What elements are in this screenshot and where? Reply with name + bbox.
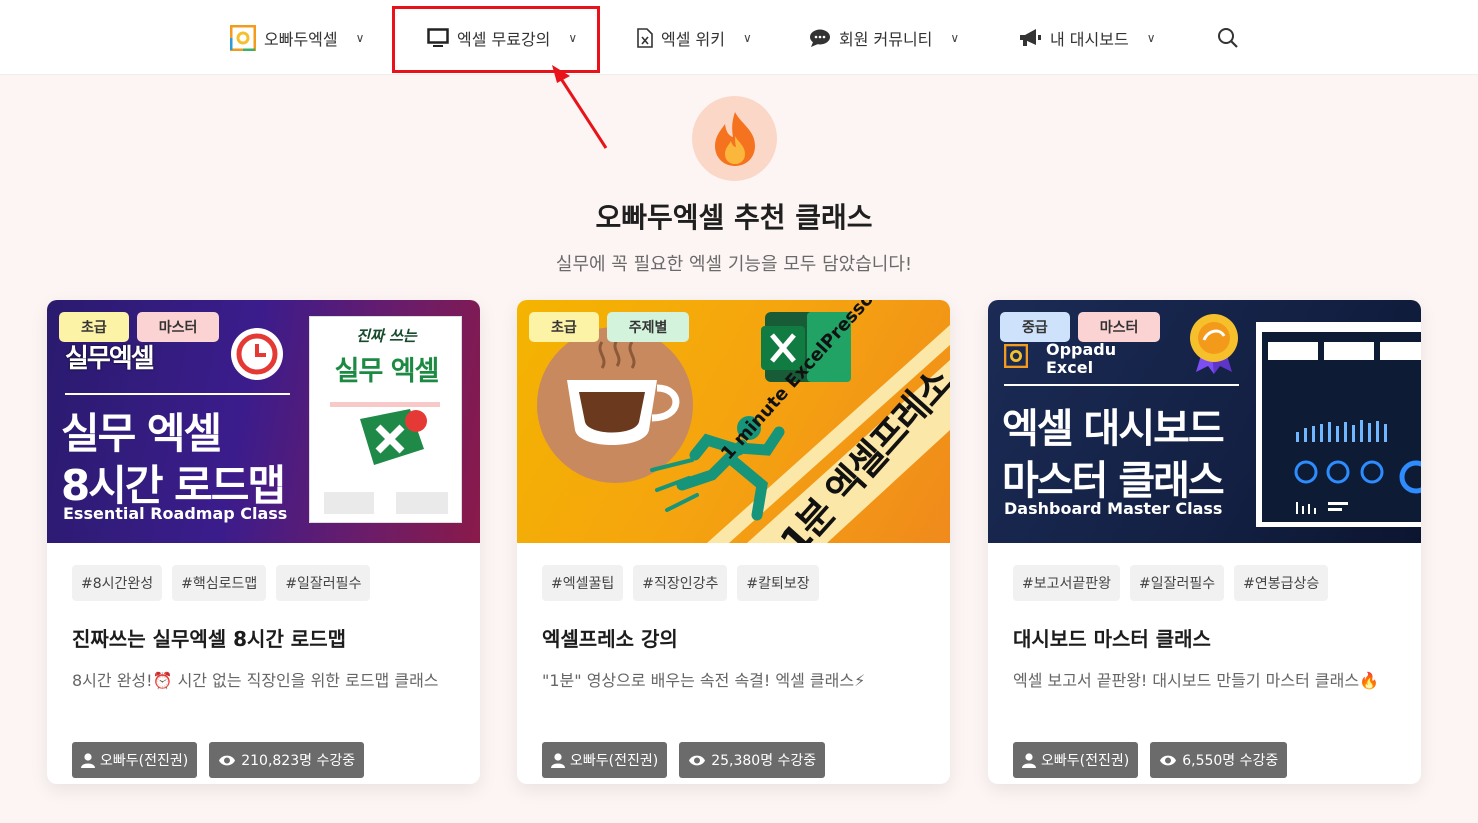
chevron-down-icon: ∨ xyxy=(1146,30,1156,45)
course-card-excelpresso[interactable]: 초급 주제별 1 minute ExcelPresso 1분 엑셀프레소 #엑셀… xyxy=(517,300,950,784)
nav-item-oppadu-excel[interactable]: 오빠두엑셀 ∨ xyxy=(230,0,364,75)
hashtag[interactable]: #일잘러필수 xyxy=(1130,565,1225,601)
chat-bubble-icon xyxy=(810,29,830,47)
course-title[interactable]: 진짜쓰는 실무엑셀 8시간 로드맵 xyxy=(72,623,455,652)
course-description: "1분" 영상으로 배우는 속전 속결! 엑셀 클래스⚡ xyxy=(542,671,866,690)
nav-label: 회원 커뮤니티 xyxy=(839,29,933,49)
book-title-small: 진짜 쓰는 xyxy=(356,327,417,345)
alarm-clock-icon xyxy=(231,328,283,380)
book-cover-image: 진짜 쓰는 실무 엑셀 xyxy=(309,316,462,523)
chevron-down-icon: ∨ xyxy=(742,30,752,45)
hashtag[interactable]: #엑셀꿀팁 xyxy=(542,565,624,601)
hashtag[interactable]: #핵심로드맵 xyxy=(172,565,267,601)
author-pill: 오빠두(전진권) xyxy=(72,742,198,778)
hashtag[interactable]: #칼퇴보장 xyxy=(737,565,819,601)
chevron-down-icon: ∨ xyxy=(950,30,960,45)
excel-file-icon xyxy=(637,27,653,48)
hashtag[interactable]: #연봉급상승 xyxy=(1234,565,1329,601)
thumbnail-brand-sub: Excel xyxy=(1046,358,1094,377)
view-count: 6,550명 수강중 xyxy=(1182,753,1279,769)
thumbnail-top-text: 실무엑셀 xyxy=(65,344,155,374)
level-badge: 마스터 xyxy=(1077,312,1161,342)
user-icon xyxy=(551,752,565,768)
section-subtitle: 실무에 꼭 필요한 엑셀 기능을 모두 담았습니다! xyxy=(555,254,913,275)
thumbnail-title-line2: 마스터 클래스 xyxy=(1002,458,1225,504)
eye-icon xyxy=(689,755,706,765)
nav-label: 오빠두엑셀 xyxy=(264,29,338,49)
course-description: 엑셀 보고서 끝판왕! 대시보드 만들기 마스터 클래스🔥 xyxy=(1013,671,1379,690)
fire-icon xyxy=(714,111,755,166)
author-name: 오빠두(전진권) xyxy=(100,753,189,769)
eye-icon xyxy=(1160,755,1177,765)
course-description: 8시간 완성!⏰ 시간 없는 직장인을 위한 로드맵 클래스 xyxy=(72,671,439,690)
eye-icon xyxy=(219,755,236,765)
nav-label: 내 대시보드 xyxy=(1050,29,1129,49)
nav-label: 엑셀 위키 xyxy=(661,29,725,49)
fire-badge xyxy=(692,96,777,181)
hashtag[interactable]: #보고서끝판왕 xyxy=(1013,565,1121,601)
course-title[interactable]: 엑셀프레소 강의 xyxy=(542,623,925,652)
view-count: 25,380명 수강중 xyxy=(711,753,817,769)
level-badge: 주제별 xyxy=(606,312,690,342)
course-thumbnail[interactable]: 초급 주제별 1 minute ExcelPresso 1분 엑셀프레소 xyxy=(517,300,950,543)
views-pill: 210,823명 수강중 xyxy=(209,742,365,778)
nav-item-my-dashboard[interactable]: 내 대시보드 ∨ xyxy=(1018,0,1155,75)
course-thumbnail[interactable]: 초급 마스터 실무엑셀 실무 엑셀 8시간 로드맵 Essential Road… xyxy=(47,300,480,543)
thumbnail-brand: Oppadu xyxy=(1046,340,1117,359)
views-pill: 6,550명 수강중 xyxy=(1150,742,1288,778)
nav-item-community[interactable]: 회원 커뮤니티 ∨ xyxy=(809,0,959,75)
annotation-arrow-icon xyxy=(552,65,608,149)
hashtag[interactable]: #8시간완성 xyxy=(72,565,163,601)
thumbnail-subtitle: Essential Roadmap Class xyxy=(63,504,288,523)
nav-item-excel-wiki[interactable]: 엑셀 위키 ∨ xyxy=(637,0,752,75)
level-badge: 마스터 xyxy=(136,312,220,342)
top-nav: 오빠두엑셀 ∨ 엑셀 무료강의 ∨ 엑셀 위키 ∨ 회원 커뮤니티 ∨ 내 대시… xyxy=(0,0,1478,75)
search-icon[interactable] xyxy=(1216,26,1240,50)
megaphone-icon xyxy=(1020,28,1041,46)
medal-icon xyxy=(1190,314,1238,374)
course-thumbnail[interactable]: 중급 마스터 Oppadu Excel 엑셀 대시보드 마스터 클래스 Dash… xyxy=(988,300,1421,543)
thumbnail-subtitle: Dashboard Master Class xyxy=(1004,499,1223,518)
user-icon xyxy=(81,752,95,768)
author-name: 오빠두(전진권) xyxy=(570,753,659,769)
views-pill: 25,380명 수강중 xyxy=(679,742,826,778)
view-count: 210,823명 수강중 xyxy=(241,753,356,769)
chevron-down-icon: ∨ xyxy=(355,30,365,45)
dashboard-screenshot-illustration xyxy=(1256,322,1421,527)
author-name: 오빠두(전진권) xyxy=(1041,753,1130,769)
course-card-roadmap[interactable]: 초급 마스터 실무엑셀 실무 엑셀 8시간 로드맵 Essential Road… xyxy=(47,300,480,784)
section-title: 오빠두엑셀 추천 클래스 xyxy=(595,201,873,234)
level-badge: 초급 xyxy=(59,312,129,342)
logo-icon xyxy=(230,24,256,51)
book-title-large: 실무 엑셀 xyxy=(334,356,440,387)
level-badge: 중급 xyxy=(1000,312,1070,342)
course-card-dashboard[interactable]: 중급 마스터 Oppadu Excel 엑셀 대시보드 마스터 클래스 Dash… xyxy=(988,300,1421,784)
user-icon xyxy=(1022,752,1036,768)
course-title[interactable]: 대시보드 마스터 클래스 xyxy=(1013,623,1396,652)
excel-logo-icon xyxy=(360,409,427,465)
level-badge: 초급 xyxy=(529,312,599,342)
author-pill: 오빠두(전진권) xyxy=(542,742,668,778)
hashtag[interactable]: #직장인강추 xyxy=(633,565,728,601)
author-pill: 오빠두(전진권) xyxy=(1013,742,1139,778)
hashtag[interactable]: #일잘러필수 xyxy=(276,565,371,601)
oppadu-logo-icon xyxy=(1004,344,1028,368)
thumbnail-title-line1: 엑셀 대시보드 xyxy=(1002,406,1225,452)
